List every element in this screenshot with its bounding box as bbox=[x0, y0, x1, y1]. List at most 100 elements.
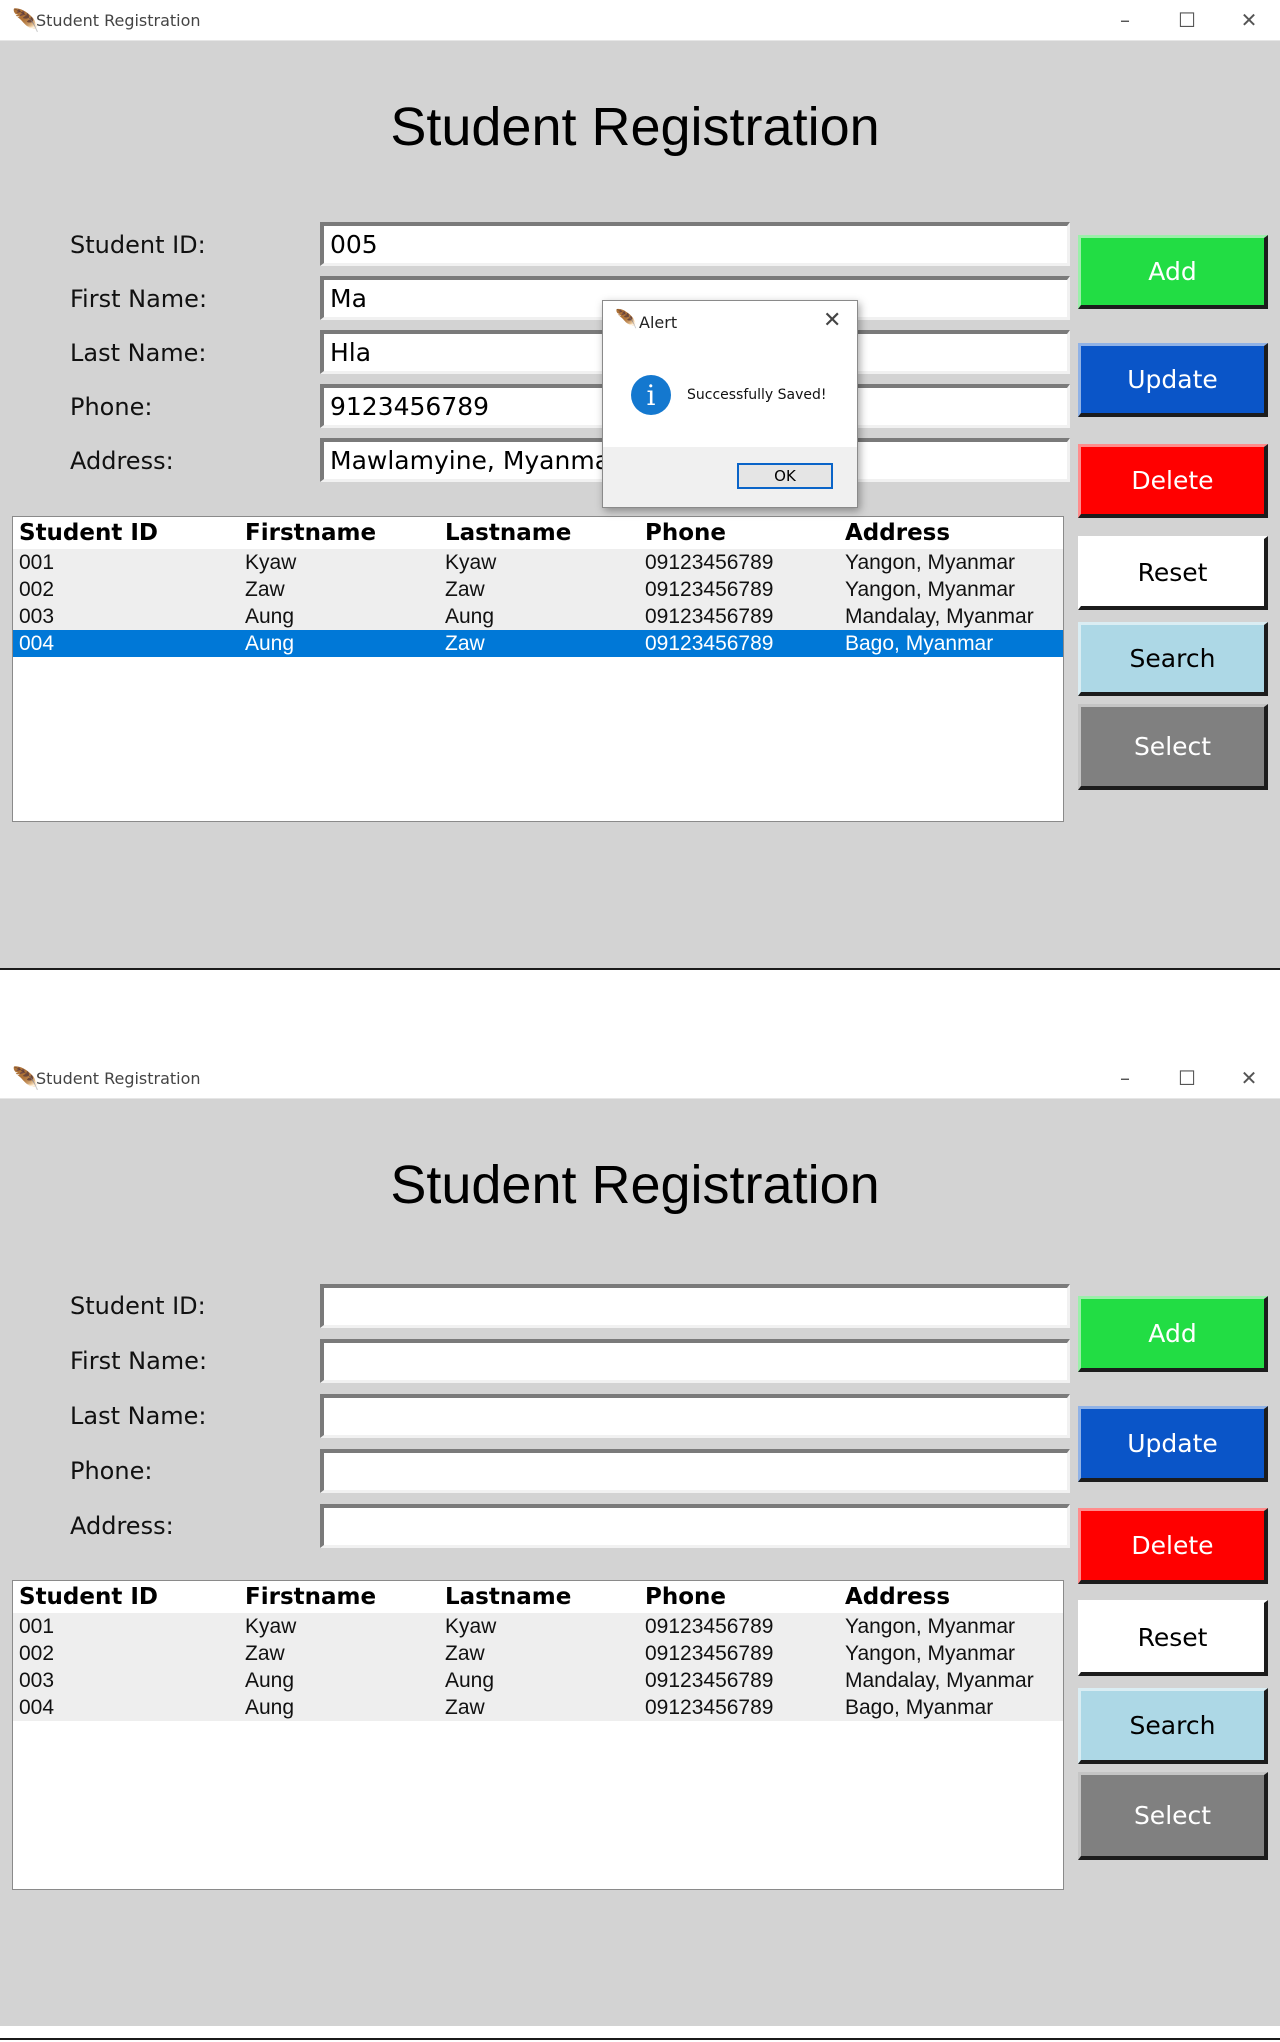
cell-firstname: Aung bbox=[245, 632, 295, 655]
cell-lastname: Kyaw bbox=[445, 551, 497, 574]
update-button[interactable]: Update bbox=[1078, 1406, 1268, 1482]
table-row[interactable]: 001 Kyaw Kyaw 09123456789 Yangon, Myanma… bbox=[13, 549, 1063, 576]
column-header[interactable]: Firstname bbox=[245, 1584, 376, 1610]
cell-phone: 09123456789 bbox=[645, 1642, 774, 1665]
table-header: Student ID Firstname Lastname Phone Addr… bbox=[13, 1581, 1063, 1613]
delete-button[interactable]: Delete bbox=[1078, 444, 1268, 518]
cell-phone: 09123456789 bbox=[645, 1615, 774, 1638]
cell-address: Mandalay, Myanmar bbox=[845, 605, 1034, 628]
phone-label: Phone: bbox=[70, 393, 153, 421]
student-table[interactable]: Student ID Firstname Lastname Phone Addr… bbox=[12, 1580, 1064, 1890]
cell-lastname: Zaw bbox=[445, 1642, 485, 1665]
cell-phone: 09123456789 bbox=[645, 1669, 774, 1692]
info-icon: i bbox=[631, 375, 671, 415]
cell-student-id: 004 bbox=[19, 1696, 55, 1719]
address-input[interactable] bbox=[320, 1504, 1070, 1548]
cell-lastname: Kyaw bbox=[445, 1615, 497, 1638]
cell-firstname: Zaw bbox=[245, 578, 285, 601]
column-header[interactable]: Student ID bbox=[19, 520, 158, 546]
cell-firstname: Kyaw bbox=[245, 551, 297, 574]
column-header[interactable]: Address bbox=[845, 1584, 950, 1610]
phone-input[interactable] bbox=[320, 1449, 1070, 1493]
column-header[interactable]: Firstname bbox=[245, 520, 376, 546]
ok-button[interactable]: OK bbox=[737, 463, 833, 489]
search-button[interactable]: Search bbox=[1078, 622, 1268, 696]
dialog-footer: OK bbox=[603, 447, 857, 507]
column-header[interactable]: Student ID bbox=[19, 1584, 158, 1610]
cell-firstname: Kyaw bbox=[245, 1615, 297, 1638]
cell-address: Yangon, Myanmar bbox=[845, 1615, 1016, 1638]
cell-student-id: 002 bbox=[19, 578, 55, 601]
page-title: Student Registration bbox=[390, 1155, 880, 1215]
title-bar[interactable]: 🪶 Student Registration – ☐ ✕ bbox=[0, 0, 1280, 41]
cell-firstname: Aung bbox=[245, 605, 295, 628]
cell-phone: 09123456789 bbox=[645, 578, 774, 601]
phone-label: Phone: bbox=[70, 1457, 153, 1485]
last-name-label: Last Name: bbox=[70, 1402, 207, 1430]
student-id-input[interactable]: 005 bbox=[320, 222, 1070, 266]
close-button[interactable]: ✕ bbox=[1218, 0, 1280, 40]
title-bar[interactable]: 🪶 Student Registration – ☐ ✕ bbox=[0, 1058, 1280, 1099]
first-name-label: First Name: bbox=[70, 1347, 208, 1375]
cell-address: Bago, Myanmar bbox=[845, 1696, 994, 1719]
column-header[interactable]: Lastname bbox=[445, 520, 571, 546]
first-name-label: First Name: bbox=[70, 285, 208, 313]
delete-button[interactable]: Delete bbox=[1078, 1508, 1268, 1584]
column-header[interactable]: Address bbox=[845, 520, 950, 546]
page-title: Student Registration bbox=[390, 97, 880, 157]
address-label: Address: bbox=[70, 447, 174, 475]
student-id-label: Student ID: bbox=[70, 1292, 206, 1320]
table-row[interactable]: 003 Aung Aung 09123456789 Mandalay, Myan… bbox=[13, 1667, 1063, 1694]
student-id-label: Student ID: bbox=[70, 231, 206, 259]
update-button[interactable]: Update bbox=[1078, 343, 1268, 417]
app-window-2: 🪶 Student Registration – ☐ ✕ Student Reg… bbox=[0, 1058, 1280, 2026]
column-header[interactable]: Phone bbox=[645, 1584, 726, 1610]
reset-button[interactable]: Reset bbox=[1078, 536, 1268, 610]
select-button[interactable]: Select bbox=[1078, 1772, 1268, 1860]
minimize-button[interactable]: – bbox=[1094, 1058, 1156, 1098]
column-header[interactable]: Lastname bbox=[445, 1584, 571, 1610]
reset-button[interactable]: Reset bbox=[1078, 1600, 1268, 1676]
table-row[interactable]: 002 Zaw Zaw 09123456789 Yangon, Myanmar bbox=[13, 1640, 1063, 1667]
table-header: Student ID Firstname Lastname Phone Addr… bbox=[13, 517, 1063, 549]
dialog-close-button[interactable]: ✕ bbox=[823, 307, 841, 333]
alert-dialog: 🪶 Alert ✕ i Successfully Saved! OK bbox=[602, 300, 858, 508]
close-button[interactable]: ✕ bbox=[1218, 1058, 1280, 1098]
last-name-input[interactable] bbox=[320, 1394, 1070, 1438]
add-button[interactable]: Add bbox=[1078, 1296, 1268, 1372]
maximize-button[interactable]: ☐ bbox=[1156, 0, 1218, 40]
cell-lastname: Aung bbox=[445, 605, 495, 628]
first-name-input[interactable] bbox=[320, 1339, 1070, 1383]
add-button[interactable]: Add bbox=[1078, 235, 1268, 309]
search-button[interactable]: Search bbox=[1078, 1688, 1268, 1764]
last-name-label: Last Name: bbox=[70, 339, 207, 367]
maximize-button[interactable]: ☐ bbox=[1156, 1058, 1218, 1098]
cell-phone: 09123456789 bbox=[645, 632, 774, 655]
minimize-button[interactable]: – bbox=[1094, 0, 1156, 40]
cell-lastname: Zaw bbox=[445, 632, 485, 655]
cell-address: Mandalay, Myanmar bbox=[845, 1669, 1034, 1692]
cell-student-id: 003 bbox=[19, 1669, 55, 1692]
cell-address: Yangon, Myanmar bbox=[845, 578, 1016, 601]
address-label: Address: bbox=[70, 1512, 174, 1540]
cell-student-id: 002 bbox=[19, 1642, 55, 1665]
cell-address: Yangon, Myanmar bbox=[845, 551, 1016, 574]
table-row-selected[interactable]: 004 Aung Zaw 09123456789 Bago, Myanmar bbox=[13, 630, 1063, 657]
cell-phone: 09123456789 bbox=[645, 551, 774, 574]
cell-student-id: 001 bbox=[19, 551, 55, 574]
table-row[interactable]: 001 Kyaw Kyaw 09123456789 Yangon, Myanma… bbox=[13, 1613, 1063, 1640]
student-id-input[interactable] bbox=[320, 1284, 1070, 1328]
app-window-1: 🪶 Student Registration – ☐ ✕ Student Reg… bbox=[0, 0, 1280, 968]
cell-firstname: Aung bbox=[245, 1669, 295, 1692]
cell-lastname: Zaw bbox=[445, 1696, 485, 1719]
table-row[interactable]: 002 Zaw Zaw 09123456789 Yangon, Myanmar bbox=[13, 576, 1063, 603]
column-header[interactable]: Phone bbox=[645, 520, 726, 546]
table-row[interactable]: 003 Aung Aung 09123456789 Mandalay, Myan… bbox=[13, 603, 1063, 630]
student-table[interactable]: Student ID Firstname Lastname Phone Addr… bbox=[12, 516, 1064, 822]
select-button[interactable]: Select bbox=[1078, 704, 1268, 790]
cell-phone: 09123456789 bbox=[645, 605, 774, 628]
table-row[interactable]: 004 Aung Zaw 09123456789 Bago, Myanmar bbox=[13, 1694, 1063, 1721]
divider bbox=[0, 2038, 1280, 2040]
divider bbox=[0, 968, 1280, 970]
cell-student-id: 003 bbox=[19, 605, 55, 628]
